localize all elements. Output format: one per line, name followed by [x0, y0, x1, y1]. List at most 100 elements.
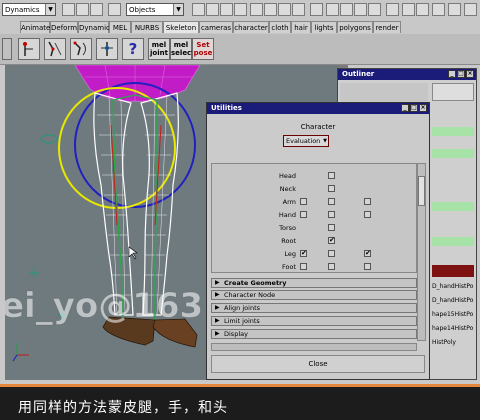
neck-checkbox[interactable] [328, 185, 335, 192]
select-joints-icon[interactable] [206, 3, 219, 16]
section-create-geometry[interactable]: ▶ Create Geometry [211, 278, 417, 288]
open-scene-icon[interactable] [76, 3, 89, 16]
new-scene-icon[interactable] [62, 3, 75, 16]
tab-skeleton[interactable]: Skeleton [163, 21, 199, 33]
head-checkbox[interactable] [328, 172, 335, 179]
outliner-item[interactable]: hape14HistPo [432, 323, 474, 334]
joint-label-neck: Neck [279, 185, 296, 193]
shelf-menu-icon[interactable] [2, 38, 12, 60]
select-surfaces-icon[interactable] [234, 3, 247, 16]
close-button[interactable]: Close [211, 355, 425, 373]
utilities-title-bar[interactable]: Utilities _ □ × [207, 103, 429, 114]
select-curves-icon[interactable] [220, 3, 233, 16]
foot-right-checkbox[interactable] [364, 263, 371, 270]
ik-handle-icon[interactable] [44, 38, 66, 60]
save-scene-icon[interactable] [90, 3, 103, 16]
section-display[interactable]: ▶ Display [211, 329, 417, 339]
tab-animate[interactable]: Animate [20, 21, 50, 33]
tab-mel[interactable]: MEL [109, 21, 131, 33]
expand-triangle-icon: ▶ [215, 330, 220, 337]
outliner-item[interactable]: D_handHistPo [432, 281, 474, 292]
tab-hair[interactable]: hair [291, 21, 311, 33]
torso-checkbox[interactable] [328, 224, 335, 231]
evaluation-dropdown[interactable]: Evaluation ▼ [283, 135, 329, 147]
lock-selection-icon[interactable] [310, 3, 323, 16]
snap-point-icon[interactable] [354, 3, 367, 16]
tab-deform[interactable]: Deform [50, 21, 78, 33]
selection-mask-dropdown[interactable]: Objects ▼ [126, 3, 184, 16]
scrollbar-thumb[interactable] [418, 176, 425, 206]
maximize-icon[interactable]: □ [457, 70, 465, 78]
hand-left-checkbox[interactable] [300, 211, 307, 218]
outliner-field[interactable] [432, 83, 474, 101]
minimize-icon[interactable]: _ [448, 70, 456, 78]
render-view-icon[interactable] [402, 3, 415, 16]
select-rendering-icon[interactable] [278, 3, 291, 16]
construction-history-icon[interactable] [386, 3, 399, 16]
tab-polygons[interactable]: polygons [337, 21, 373, 33]
select-dynamics-icon[interactable] [264, 3, 277, 16]
section-limit-joints[interactable]: ▶ Limit joints [211, 316, 417, 326]
section-align-joints[interactable]: ▶ Align joints [211, 303, 417, 313]
foot-left-checkbox[interactable] [300, 263, 307, 270]
tab-nurbs[interactable]: NURBS [131, 21, 163, 33]
insert-joint-icon[interactable] [96, 38, 118, 60]
axis-gizmo [12, 343, 29, 362]
outliner-item-highlight[interactable] [432, 202, 474, 211]
menu-set-dropdown[interactable]: Dynamics ▼ [2, 3, 56, 16]
render-icon[interactable] [416, 3, 429, 16]
select-by-hierarchy-icon[interactable] [108, 3, 121, 16]
tab-cloth[interactable]: cloth [269, 21, 291, 33]
snap-grid-icon[interactable] [326, 3, 339, 16]
select-deformations-icon[interactable] [250, 3, 263, 16]
leg-center-checkbox[interactable] [328, 250, 335, 257]
channel-box-icon[interactable] [464, 3, 477, 16]
mel-select-button[interactable]: mel select [170, 38, 195, 60]
ipr-render-icon[interactable] [432, 3, 445, 16]
section-character-node[interactable]: ▶ Character Node [211, 290, 417, 300]
set-pose-button[interactable]: Set pose [192, 38, 214, 60]
outliner-item[interactable]: hape15HistPo [432, 309, 474, 320]
maximize-icon[interactable]: □ [410, 104, 418, 112]
menu-set-value: Dynamics [5, 6, 40, 14]
minimize-icon[interactable]: _ [401, 104, 409, 112]
tab-dynamic[interactable]: Dynamic [78, 21, 110, 33]
tab-character[interactable]: character [233, 21, 269, 33]
outliner-item-highlight[interactable] [432, 127, 474, 136]
leg-left-checkbox[interactable]: ✔ [300, 250, 307, 257]
chevron-down-icon: ▼ [323, 138, 327, 144]
joint-tool-icon[interactable] [18, 38, 40, 60]
leg-right-checkbox[interactable]: ✔ [364, 250, 371, 257]
ik-spline-icon[interactable] [70, 38, 92, 60]
tab-lights[interactable]: lights [311, 21, 337, 33]
foot-center-checkbox[interactable] [328, 263, 335, 270]
select-misc-icon[interactable] [292, 3, 305, 16]
arm-right-checkbox[interactable] [364, 198, 371, 205]
snap-curve-icon[interactable] [340, 3, 353, 16]
outliner-item-highlight[interactable] [432, 149, 474, 158]
snap-view-plane-icon[interactable] [368, 3, 381, 16]
joint-label-foot: Foot [281, 263, 296, 271]
outliner-item-highlight[interactable] [432, 237, 474, 246]
hand-right-checkbox[interactable] [364, 211, 371, 218]
arm-left-checkbox[interactable] [300, 198, 307, 205]
outliner-item[interactable]: HistPoly [432, 337, 474, 348]
mel-joint-button[interactable]: mel joint [148, 38, 170, 60]
outliner-title-bar[interactable]: Outliner _ □ × [338, 69, 476, 80]
help-icon[interactable]: ? [122, 38, 144, 60]
outliner-item[interactable]: D_handHistPo [432, 295, 474, 306]
arm-center-checkbox[interactable] [328, 198, 335, 205]
render-globals-icon[interactable] [448, 3, 461, 16]
close-icon[interactable]: × [419, 104, 427, 112]
utilities-window[interactable]: Utilities _ □ × Character Evaluation ▼ Hea… [206, 102, 430, 380]
close-icon[interactable]: × [466, 70, 474, 78]
hand-center-checkbox[interactable] [328, 211, 335, 218]
outliner-item-selected[interactable] [432, 265, 474, 277]
select-handles-icon[interactable] [192, 3, 205, 16]
root-checkbox[interactable]: ✔ [328, 237, 335, 244]
expand-triangle-icon: ▶ [215, 291, 220, 298]
vertical-scrollbar[interactable] [417, 163, 426, 341]
tab-render[interactable]: render [373, 21, 401, 33]
tab-cameras[interactable]: cameras [199, 21, 233, 33]
horizontal-scrollbar[interactable] [211, 343, 417, 351]
